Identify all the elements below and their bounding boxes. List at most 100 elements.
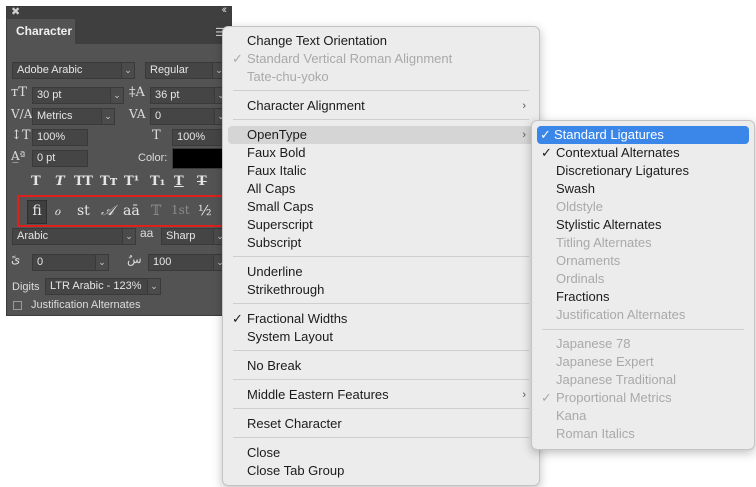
menu-item-label: Fractional Widths bbox=[247, 311, 348, 326]
character-panel: ✖ ‹‹ Character ☰ Adobe Arabic ⌄ Regular … bbox=[6, 4, 232, 316]
menu-item-superscript[interactable]: Superscript bbox=[223, 216, 539, 234]
menu-item-middle-eastern-features[interactable]: Middle Eastern Features › bbox=[223, 386, 539, 404]
submenu-item-kana: Kana bbox=[556, 408, 587, 423]
stylistic-alternates-button[interactable]: aā bbox=[123, 203, 140, 219]
justification-alternates-checkbox[interactable] bbox=[13, 301, 22, 310]
menu-item-underline[interactable]: Underline bbox=[223, 263, 539, 281]
submenu-item-japanese-78: Japanese 78 bbox=[556, 336, 631, 351]
tracking-icon: VA bbox=[129, 107, 146, 121]
antialias-icon: aa bbox=[140, 226, 154, 240]
menu-separator bbox=[233, 350, 529, 351]
panel-titlebar: ✖ ‹‹ bbox=[7, 4, 231, 19]
digits-field[interactable]: LTR Arabic - 123% bbox=[45, 278, 161, 295]
font-style-field[interactable]: Regular bbox=[145, 62, 215, 79]
checkmark-icon: ✓ bbox=[232, 51, 243, 66]
menu-separator bbox=[233, 256, 529, 257]
menu-item-label: Standard Vertical Roman Alignment bbox=[247, 51, 453, 66]
contextual-alternates-button[interactable]: ℴ bbox=[54, 203, 60, 219]
discretionary-ligatures-button[interactable]: st bbox=[77, 203, 90, 219]
chevron-right-icon: › bbox=[522, 389, 526, 401]
chevron-right-icon: › bbox=[522, 129, 526, 141]
menu-separator bbox=[233, 303, 529, 304]
menu-item-fractional-widths[interactable]: ✓ Fractional Widths bbox=[223, 310, 539, 328]
checkmark-icon: ✓ bbox=[540, 127, 551, 142]
submenu-item-oldstyle: Oldstyle bbox=[556, 199, 603, 214]
checkmark-icon: ✓ bbox=[541, 145, 552, 160]
submenu-item-swash[interactable]: Swash bbox=[532, 180, 754, 198]
small-caps-button[interactable]: Tт bbox=[100, 174, 118, 189]
menu-item-character-alignment[interactable]: Character Alignment › bbox=[223, 97, 539, 115]
menu-item-strikethrough[interactable]: Strikethrough bbox=[223, 281, 539, 299]
subscript-button[interactable]: T₁ bbox=[150, 174, 165, 189]
menu-separator bbox=[233, 437, 529, 438]
menu-item-standard-vertical-roman-alignment: ✓ Standard Vertical Roman Alignment bbox=[223, 50, 539, 68]
underline-button[interactable]: T bbox=[174, 174, 184, 189]
submenu-item-ordinals: Ordinals bbox=[556, 271, 605, 286]
standard-ligatures-button[interactable]: fi bbox=[27, 200, 47, 224]
chevron-down-icon[interactable]: ⌄ bbox=[121, 62, 135, 79]
menu-separator bbox=[233, 379, 529, 380]
horizontal-scale-field[interactable]: 100% bbox=[172, 129, 224, 146]
menu-item-close[interactable]: Close bbox=[223, 444, 539, 462]
menu-item-label: Contextual Alternates bbox=[556, 145, 680, 160]
color-swatch[interactable] bbox=[172, 148, 229, 169]
faux-italic-button[interactable]: T bbox=[55, 174, 65, 189]
justification-alternates-label: Justification Alternates bbox=[31, 299, 141, 311]
submenu-item-fractions[interactable]: Fractions bbox=[532, 288, 754, 306]
fractions-button[interactable]: ½ bbox=[198, 203, 212, 219]
chevron-right-icon: › bbox=[522, 100, 526, 112]
submenu-item-japanese-expert: Japanese Expert bbox=[556, 354, 654, 369]
close-panel-icon[interactable]: ✖ bbox=[11, 5, 20, 18]
submenu-item-contextual-alternates[interactable]: ✓ Contextual Alternates bbox=[532, 144, 754, 162]
submenu-item-discretionary-ligatures[interactable]: Discretionary Ligatures bbox=[532, 162, 754, 180]
chevron-down-icon[interactable]: ⌄ bbox=[147, 278, 161, 295]
font-family-field[interactable]: Adobe Arabic bbox=[12, 62, 126, 79]
all-caps-button[interactable]: TT bbox=[74, 174, 93, 189]
titling-alternates-button[interactable]: 𝕋 bbox=[151, 203, 161, 219]
submenu-item-justification-alternates: Justification Alternates bbox=[556, 307, 686, 322]
superscript-button[interactable]: T¹ bbox=[124, 174, 139, 189]
collapse-panel-icon[interactable]: ‹‹ bbox=[222, 4, 228, 16]
menu-item-system-layout[interactable]: System Layout bbox=[223, 328, 539, 346]
leading-field[interactable]: 36 pt bbox=[150, 87, 218, 104]
submenu-item-titling-alternates: Titling Alternates bbox=[556, 235, 652, 250]
character-panel-menu: Change Text Orientation ✓ Standard Vertic… bbox=[222, 26, 540, 486]
menu-item-label: Middle Eastern Features bbox=[247, 387, 389, 402]
menu-item-tate-chu-yoko: Tate-chu-yoko bbox=[247, 69, 329, 84]
ordinals-button[interactable]: 1st bbox=[171, 203, 190, 217]
baseline-shift-icon: A̲ª bbox=[11, 149, 26, 163]
digits-label: Digits bbox=[12, 281, 40, 293]
submenu-item-roman-italics: Roman Italics bbox=[556, 426, 635, 441]
menu-item-no-break[interactable]: No Break bbox=[223, 357, 539, 375]
opentype-buttons-highlight bbox=[17, 195, 224, 227]
tracking-field[interactable]: 0 bbox=[150, 108, 218, 125]
tab-character[interactable]: Character bbox=[7, 19, 75, 44]
panel-tabbar: Character ☰ bbox=[7, 19, 231, 44]
chevron-down-icon[interactable]: ⌄ bbox=[122, 228, 136, 245]
language-field[interactable]: Arabic bbox=[12, 228, 136, 245]
faux-bold-button[interactable]: T bbox=[31, 174, 41, 189]
menu-item-faux-bold[interactable]: Faux Bold bbox=[223, 144, 539, 162]
leading-icon: ‡A bbox=[129, 85, 145, 100]
menu-separator bbox=[233, 408, 529, 409]
submenu-item-stylistic-alternates[interactable]: Stylistic Alternates bbox=[532, 216, 754, 234]
menu-item-faux-italic[interactable]: Faux Italic bbox=[223, 162, 539, 180]
submenu-item-standard-ligatures[interactable]: ✓ Standard Ligatures bbox=[537, 126, 749, 144]
vertical-scale-icon: ↕T bbox=[11, 128, 31, 143]
swash-button[interactable]: 𝒜 bbox=[101, 203, 114, 219]
menu-item-subscript[interactable]: Subscript bbox=[223, 234, 539, 252]
strikethrough-button[interactable]: T bbox=[197, 174, 207, 189]
menu-separator bbox=[233, 119, 529, 120]
menu-item-close-tab-group[interactable]: Close Tab Group bbox=[223, 462, 539, 480]
vertical-scale-field[interactable]: 100% bbox=[32, 129, 88, 146]
chevron-down-icon[interactable]: ⌄ bbox=[110, 87, 124, 104]
chevron-down-icon[interactable]: ⌄ bbox=[95, 254, 109, 271]
menu-item-small-caps[interactable]: Small Caps bbox=[223, 198, 539, 216]
chevron-down-icon[interactable]: ⌄ bbox=[101, 108, 115, 125]
menu-item-opentype[interactable]: OpenType › bbox=[228, 126, 534, 144]
baseline-shift-field[interactable]: 0 pt bbox=[32, 150, 88, 167]
menu-item-all-caps[interactable]: All Caps bbox=[223, 180, 539, 198]
menu-item-reset-character[interactable]: Reset Character bbox=[223, 415, 539, 433]
menu-item-change-text-orientation[interactable]: Change Text Orientation bbox=[223, 32, 539, 50]
font-size-field[interactable]: 30 pt bbox=[32, 87, 114, 104]
